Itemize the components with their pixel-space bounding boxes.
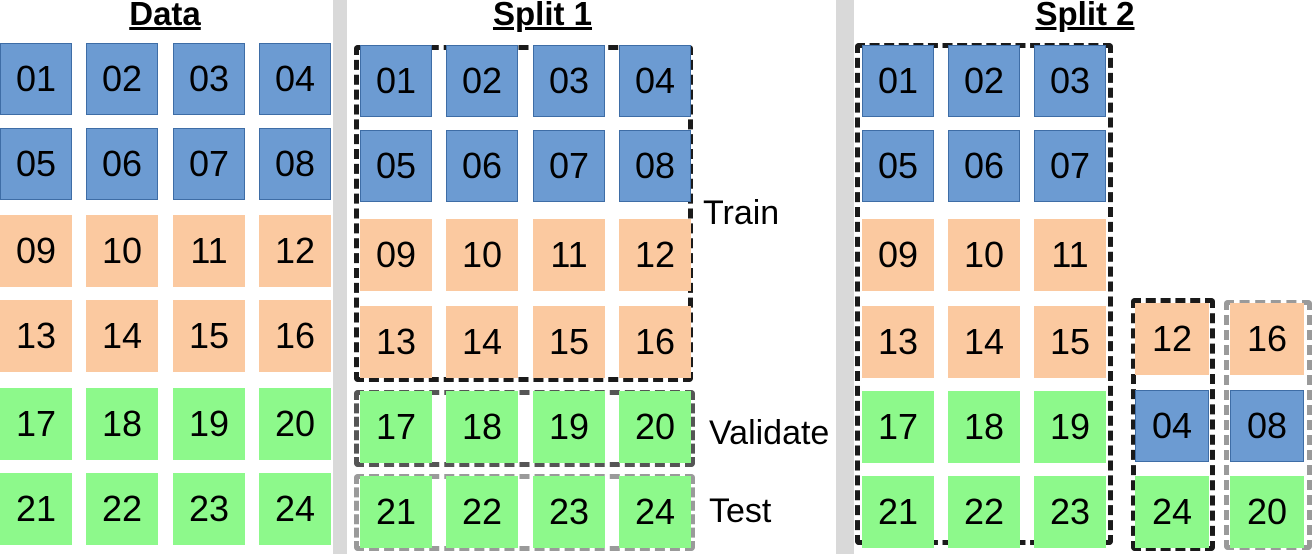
sample-cell: 13 bbox=[360, 306, 432, 378]
data-title: Data bbox=[129, 0, 201, 32]
sample-cell: 03 bbox=[1034, 45, 1106, 117]
sample-cell: 18 bbox=[446, 391, 518, 463]
sample-cell: 03 bbox=[173, 43, 245, 115]
sample-cell: 16 bbox=[1230, 303, 1304, 375]
sample-cell: 23 bbox=[173, 473, 245, 545]
sample-cell: 14 bbox=[446, 306, 518, 378]
sample-cell: 23 bbox=[533, 476, 605, 548]
sample-cell: 22 bbox=[948, 476, 1020, 548]
sample-cell: 09 bbox=[360, 219, 432, 291]
sample-cell: 04 bbox=[259, 43, 331, 115]
sample-cell: 03 bbox=[533, 45, 605, 117]
sample-cell: 20 bbox=[619, 391, 691, 463]
sample-cell: 14 bbox=[86, 300, 158, 372]
sample-cell: 24 bbox=[1135, 476, 1209, 548]
sample-cell: 11 bbox=[173, 215, 245, 287]
sample-cell: 08 bbox=[1230, 390, 1304, 462]
sample-cell: 09 bbox=[862, 219, 934, 291]
sample-cell: 11 bbox=[533, 219, 605, 291]
sample-cell: 02 bbox=[86, 43, 158, 115]
sample-cell: 06 bbox=[86, 128, 158, 200]
split2-train-group bbox=[855, 43, 1113, 545]
sample-cell: 18 bbox=[86, 388, 158, 460]
sample-cell: 11 bbox=[1034, 219, 1106, 291]
sample-cell: 16 bbox=[259, 300, 331, 372]
sample-cell: 08 bbox=[259, 128, 331, 200]
sample-cell: 22 bbox=[446, 476, 518, 548]
train-label: Train bbox=[703, 194, 780, 232]
sample-cell: 19 bbox=[1034, 391, 1106, 463]
sample-cell: 07 bbox=[1034, 130, 1106, 202]
sample-cell: 15 bbox=[533, 306, 605, 378]
sample-cell: 05 bbox=[862, 130, 934, 202]
sample-cell: 09 bbox=[0, 215, 72, 287]
sample-cell: 19 bbox=[533, 391, 605, 463]
sample-cell: 19 bbox=[173, 388, 245, 460]
test-label: Test bbox=[709, 492, 772, 530]
sample-cell: 15 bbox=[173, 300, 245, 372]
sample-cell: 05 bbox=[360, 130, 432, 202]
sample-cell: 12 bbox=[259, 215, 331, 287]
sample-cell: 04 bbox=[619, 45, 691, 117]
split2-title: Split 2 bbox=[1035, 0, 1135, 32]
sample-cell: 12 bbox=[619, 219, 691, 291]
sample-cell: 13 bbox=[0, 300, 72, 372]
sample-cell: 21 bbox=[862, 476, 934, 548]
sample-cell: 13 bbox=[862, 306, 934, 378]
sample-cell: 20 bbox=[259, 388, 331, 460]
sample-cell: 10 bbox=[948, 219, 1020, 291]
sample-cell: 17 bbox=[360, 391, 432, 463]
sample-cell: 10 bbox=[446, 219, 518, 291]
sample-cell: 02 bbox=[446, 45, 518, 117]
sample-cell: 01 bbox=[862, 45, 934, 117]
sample-cell: 14 bbox=[948, 306, 1020, 378]
sample-cell: 17 bbox=[0, 388, 72, 460]
sample-cell: 06 bbox=[446, 130, 518, 202]
sample-cell: 07 bbox=[173, 128, 245, 200]
sample-cell: 06 bbox=[948, 130, 1020, 202]
sample-cell: 08 bbox=[619, 130, 691, 202]
sample-cell: 04 bbox=[1135, 390, 1209, 462]
sample-cell: 24 bbox=[619, 476, 691, 548]
sample-cell: 07 bbox=[533, 130, 605, 202]
sample-cell: 21 bbox=[0, 473, 72, 545]
sample-cell: 21 bbox=[360, 476, 432, 548]
sample-cell: 18 bbox=[948, 391, 1020, 463]
sample-cell: 17 bbox=[862, 391, 934, 463]
panel-separator bbox=[836, 0, 854, 554]
sample-cell: 02 bbox=[948, 45, 1020, 117]
sample-cell: 01 bbox=[360, 45, 432, 117]
sample-cell: 10 bbox=[86, 215, 158, 287]
sample-cell: 16 bbox=[619, 306, 691, 378]
panel-separator bbox=[333, 0, 347, 554]
sample-cell: 24 bbox=[259, 473, 331, 545]
sample-cell: 01 bbox=[0, 43, 72, 115]
sample-cell: 22 bbox=[86, 473, 158, 545]
sample-cell: 05 bbox=[0, 128, 72, 200]
sample-cell: 12 bbox=[1135, 303, 1209, 375]
sample-cell: 15 bbox=[1034, 306, 1106, 378]
validate-label: Validate bbox=[709, 414, 830, 452]
sample-cell: 23 bbox=[1034, 476, 1106, 548]
sample-cell: 20 bbox=[1230, 476, 1304, 548]
split1-title: Split 1 bbox=[492, 0, 593, 32]
